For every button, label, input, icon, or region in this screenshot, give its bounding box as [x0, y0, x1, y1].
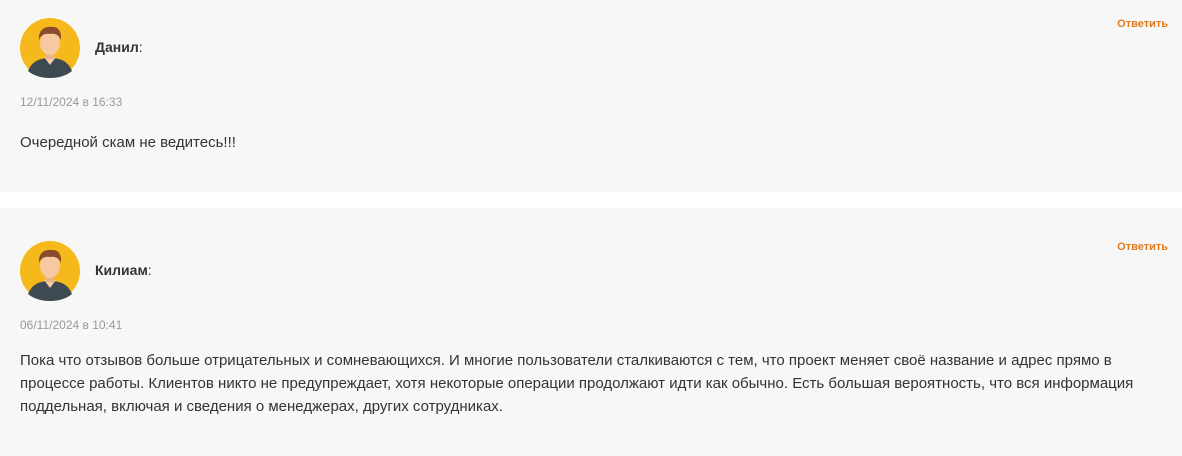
- comment-date: 12/11/2024 в 16:33: [20, 95, 123, 109]
- comment-date: 06/11/2024 в 10:41: [20, 318, 123, 332]
- comments-list: Данил: Ответить 12/11/2024 в 16:33 Очере…: [0, 0, 1182, 456]
- comment-text: Очередной скам не ведитесь!!!: [20, 134, 236, 151]
- comment-text: Пока что отзывов больше отрицательных и …: [20, 352, 1134, 415]
- author-suffix: :: [138, 39, 143, 55]
- user-avatar-icon: [20, 18, 80, 78]
- comment-item: Килиам: Ответить 06/11/2024 в 10:41 Пока…: [0, 208, 1182, 456]
- comment-item: Данил: Ответить 12/11/2024 в 16:33 Очере…: [0, 0, 1182, 192]
- author-suffix: :: [147, 262, 152, 278]
- author-name: Данил: [95, 39, 139, 55]
- comment-author: Данил:: [95, 39, 143, 55]
- user-avatar-icon: [20, 241, 80, 301]
- author-name: Килиам: [95, 262, 148, 278]
- reply-button[interactable]: Ответить: [1117, 18, 1168, 30]
- comment-author: Килиам:: [95, 262, 152, 278]
- reply-button[interactable]: Ответить: [1117, 241, 1168, 253]
